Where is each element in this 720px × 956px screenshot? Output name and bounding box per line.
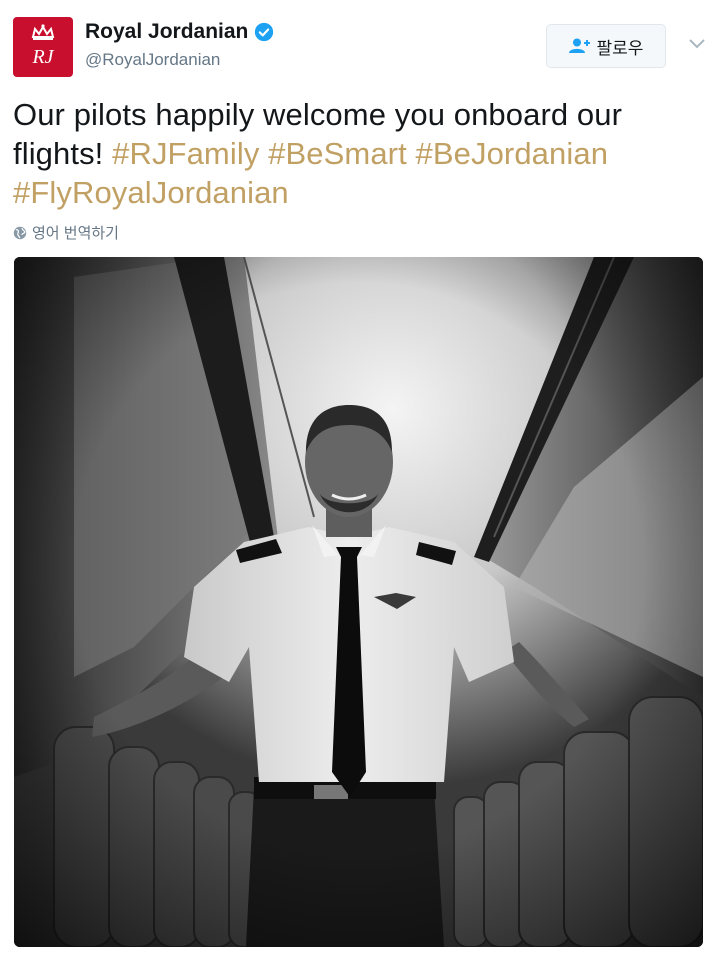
user-handle[interactable]: @RoyalJordanian bbox=[85, 50, 220, 70]
avatar[interactable]: RJ bbox=[13, 17, 73, 77]
tweet-photo[interactable] bbox=[14, 257, 703, 947]
tweet-text: Our pilots happily welcome you onboard o… bbox=[13, 95, 703, 212]
display-name[interactable]: Royal Jordanian bbox=[85, 20, 248, 44]
hashtag-link[interactable]: #BeSmart bbox=[268, 136, 407, 171]
verified-badge-icon bbox=[255, 22, 274, 42]
add-user-icon bbox=[568, 38, 590, 53]
translate-label: 영어 번역하기 bbox=[32, 225, 119, 242]
hashtag-link[interactable]: #FlyRoyalJordanian bbox=[13, 175, 289, 210]
chevron-down-icon[interactable] bbox=[688, 38, 706, 50]
translate-link[interactable]: 영어 번역하기 bbox=[13, 222, 119, 243]
globe-icon bbox=[13, 226, 27, 239]
pilot-photo bbox=[14, 257, 703, 947]
follow-button[interactable]: 팔로우 bbox=[546, 24, 666, 68]
hashtag-link[interactable]: #RJFamily bbox=[112, 136, 259, 171]
hashtag-link[interactable]: #BeJordanian bbox=[416, 136, 609, 171]
name-row: Royal Jordanian bbox=[85, 20, 274, 44]
follow-label: 팔로우 bbox=[596, 38, 644, 58]
svg-text:RJ: RJ bbox=[31, 46, 54, 68]
tweet-header: RJ Royal Jordanian @RoyalJordanian 팔로우 bbox=[0, 0, 720, 90]
